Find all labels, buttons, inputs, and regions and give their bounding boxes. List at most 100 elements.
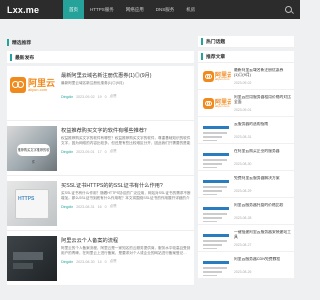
- recommended-item[interactable]: 一键搭建阿里云服务器安装建站工具 2023-08-27: [198, 225, 294, 252]
- thumb-line: [203, 190, 222, 192]
- thumb-shape: [13, 252, 43, 260]
- article-likes[interactable]: 点赞: [110, 149, 117, 154]
- recommended-thumbnail[interactable]: 阿里云 aliyun.com: [201, 93, 231, 114]
- recommended-item[interactable]: 阿里云 aliyun.com 最新阿里云域名新注册优惠券(1)◎(9月) 2023-0…: [198, 63, 294, 90]
- hot-topics-header: 热门话题: [198, 36, 294, 48]
- article-title[interactable]: 最新阿里云域名新注册优惠券(1)◎(9月): [61, 72, 191, 79]
- thumb-shape: [203, 126, 229, 129]
- recommended-title[interactable]: 一键搭建阿里云服务器安装建站工具: [234, 230, 292, 240]
- thumb-caption: 推荐购买文字推荐的软件: [17, 144, 50, 164]
- article-views: 19: [97, 94, 102, 99]
- recommended-thumbnail[interactable]: [201, 201, 231, 222]
- article-views: 14: [97, 259, 102, 264]
- article-meta: Dingdin 2023-08-30 14 0 点赞: [61, 259, 191, 264]
- recommended-title[interactable]: 阿里云服务器托管的价格比较: [234, 203, 292, 213]
- thumb-line: [203, 244, 222, 246]
- thumb-shape: [203, 153, 229, 156]
- article-views: 17: [97, 149, 102, 154]
- hot-topics-card: 热门话题: [198, 36, 294, 48]
- recommended-title[interactable]: 阿里云应用服务器租用价格的对比全面: [234, 95, 292, 105]
- hot-topics-title: 热门话题: [206, 40, 226, 45]
- thumb-line: [203, 159, 227, 161]
- article-title[interactable]: 权益推荐购买文字的软件有哪些推荐？: [61, 127, 191, 134]
- thumb-line: [203, 186, 227, 188]
- sidebar: 热门话题 推荐文章 阿里云 aliyun.com 最新阿里云域名新注册优惠券(1)◎…: [198, 36, 294, 279]
- article-likes[interactable]: 点赞: [110, 259, 117, 264]
- article-author[interactable]: Dingdin: [61, 260, 73, 264]
- recommended-date: 2023-08-29: [234, 189, 252, 193]
- recommended-list: 阿里云 aliyun.com 最新阿里云域名新注册优惠券(1)◎(9月) 2023-0…: [198, 63, 294, 279]
- nav-item-home[interactable]: 首页: [63, 0, 84, 19]
- article-comments: 0: [104, 94, 107, 99]
- latest-header: 最新发布: [7, 51, 194, 63]
- nav-item-idc[interactable]: 机房: [180, 0, 201, 19]
- thumb-shape: [13, 263, 33, 269]
- thumb-line: [203, 132, 227, 134]
- article-thumbnail[interactable]: HTTPS: [7, 181, 57, 226]
- recommended-title[interactable]: 免费阿里云服务器解决方案: [234, 176, 292, 186]
- recommended-thumbnail[interactable]: 阿里云 aliyun.com: [201, 66, 231, 87]
- thumb-line: [203, 213, 227, 215]
- recommended-thumbnail[interactable]: [201, 174, 231, 195]
- article-item[interactable]: 阿里云 aliyun.com 最新阿里云域名新注册优惠券(1)◎(9月) 最新阿里云域…: [7, 66, 194, 121]
- recommended-title[interactable]: 阿里云服务器CDN免费教程: [234, 257, 292, 267]
- thumb-line: [203, 167, 217, 168]
- featured-header: 精选推荐: [7, 36, 194, 48]
- article-author[interactable]: Dingdin: [61, 205, 73, 209]
- recommended-header: 推荐文章: [198, 51, 294, 63]
- recommended-item[interactable]: 在阿里云购买企业的服务器 2023-08-30: [198, 144, 294, 171]
- article-list: 阿里云 aliyun.com 最新阿里云域名新注册优惠券(1)◎(9月) 最新阿里云域…: [7, 66, 194, 286]
- article-item[interactable]: 阿里云云个人备案的流程 阿里云的个人备案流程，阿里云是一家知名的云服务提供商，服务…: [7, 231, 194, 286]
- article-date: 2023-08-31: [76, 204, 95, 209]
- nav-item-dns[interactable]: DNS服务: [150, 0, 181, 19]
- recommended-date: 2023-08-27: [234, 243, 252, 247]
- recommended-title: 推荐文章: [206, 55, 226, 60]
- recommended-date: 2023-08-30: [234, 162, 252, 166]
- recommended-card: 推荐文章 阿里云 aliyun.com 最新阿里云域名新注册优惠券(1)◎(9月) 2…: [198, 51, 294, 279]
- nav-item-https[interactable]: HTTPS服务: [84, 0, 120, 19]
- article-title[interactable]: 阿里云云个人备案的流程: [61, 237, 191, 244]
- thumb-line: [203, 163, 222, 165]
- thumb-shape: [203, 207, 229, 210]
- thumb-line: [203, 221, 217, 222]
- nav-item-network[interactable]: 网络应用: [120, 0, 150, 19]
- recommended-date: 2023-08-26: [234, 270, 252, 274]
- aliyun-logo-icon: [203, 71, 214, 82]
- aliyun-logo-icon: [203, 98, 214, 109]
- thumb-shape: [203, 234, 229, 237]
- article-thumbnail[interactable]: 推荐购买文字推荐的软件: [7, 126, 57, 171]
- article-meta: Dingdin 2023-09-02 19 0 点赞: [61, 94, 191, 99]
- article-excerpt: 买SSL证书有什么作用？随着HTTPS协议的广泛应用，网站对SSL证书的需求不断…: [61, 191, 191, 200]
- recommended-thumbnail[interactable]: [201, 228, 231, 249]
- article-item[interactable]: HTTPS 买SSL证书HTTPS的的SSL证书有什么作用? 买SSL证书有什么作用…: [7, 176, 194, 231]
- recommended-item[interactable]: 云服务器的选购指南 2023-08-31: [198, 117, 294, 144]
- recommended-title[interactable]: 云服务器的选购指南: [234, 122, 292, 132]
- main-content: 精选推荐 最新发布 阿里云 aliyun.com 最新阿里云域名新注册优惠券(1)◎…: [7, 36, 194, 286]
- recommended-item[interactable]: 阿里云服务器CDN免费教程 2023-08-26: [198, 252, 294, 279]
- thumb-brand-en: aliyun.com: [28, 87, 48, 92]
- search-icon[interactable]: [285, 6, 292, 13]
- article-likes[interactable]: 点赞: [110, 94, 117, 99]
- article-views: 16: [97, 204, 102, 209]
- recommended-date: 2023-08-28: [234, 216, 252, 220]
- recommended-item[interactable]: 阿里云服务器托管的价格比较 2023-08-28: [198, 198, 294, 225]
- recommended-item[interactable]: 阿里云 aliyun.com 阿里云应用服务器租用价格的对比全面 2023-09-01: [198, 90, 294, 117]
- article-author[interactable]: Dingdin: [61, 95, 73, 99]
- article-thumbnail[interactable]: 阿里云 aliyun.com: [7, 71, 57, 116]
- article-excerpt: 阿里云的个人备案流程，阿里云是一家知名的云服务提供商，服务水平较高且受到用户的青…: [61, 246, 191, 255]
- article-author[interactable]: Dingdin: [61, 150, 73, 154]
- recommended-thumbnail[interactable]: [201, 147, 231, 168]
- article-likes[interactable]: 点赞: [110, 204, 117, 209]
- recommended-title[interactable]: 最新阿里云域名新注册优惠券(1)◎(9月): [234, 68, 292, 78]
- article-item[interactable]: 推荐购买文字推荐的软件 权益推荐购买文字的软件有哪些推荐？ 权益推荐购买文字的软件有…: [7, 121, 194, 176]
- recommended-item[interactable]: 免费阿里云服务器解决方案 2023-08-29: [198, 171, 294, 198]
- recommended-thumbnail[interactable]: [201, 255, 231, 276]
- thumb-line: [203, 217, 222, 219]
- recommended-title[interactable]: 在阿里云购买企业的服务器: [234, 149, 292, 159]
- section-marker: [201, 53, 203, 60]
- article-thumbnail[interactable]: [7, 236, 57, 281]
- site-logo[interactable]: Lxx.me: [0, 5, 63, 15]
- featured-title: 精选推荐: [12, 40, 32, 46]
- recommended-thumbnail[interactable]: [201, 120, 231, 141]
- article-title[interactable]: 买SSL证书HTTPS的的SSL证书有什么作用?: [61, 182, 191, 189]
